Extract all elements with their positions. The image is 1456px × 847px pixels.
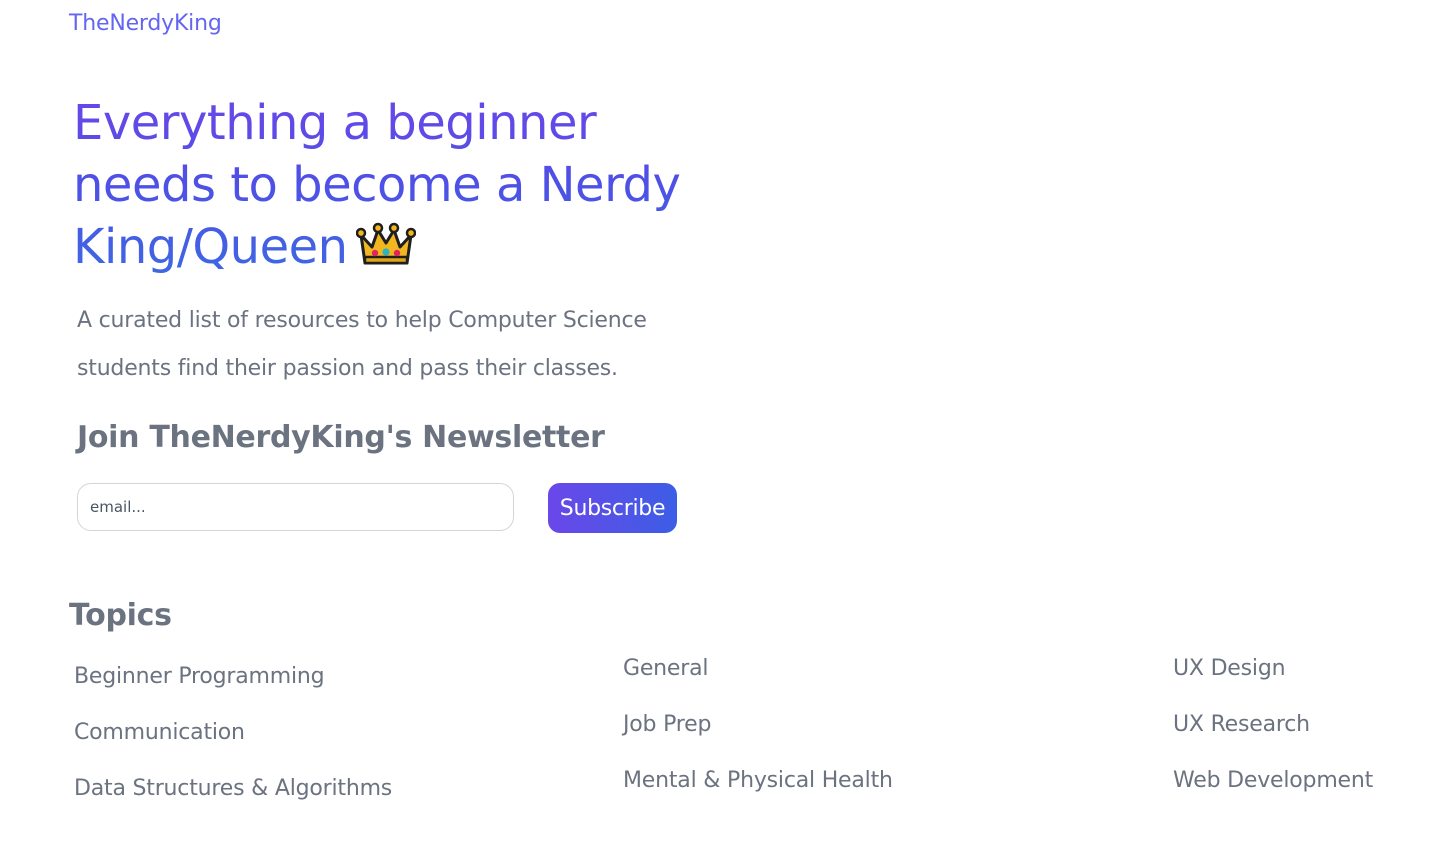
topic-link-general[interactable]: General	[623, 656, 709, 681]
hero-title: Everything a beginner needs to become a …	[73, 92, 713, 284]
topic-item: Communication	[74, 718, 392, 774]
topic-item: General	[623, 654, 893, 710]
topics-column-2: General Job Prep Mental & Physical Healt…	[623, 654, 893, 822]
topic-link-communication[interactable]: Communication	[74, 720, 245, 745]
topic-item: Data Structures & Algorithms	[74, 774, 392, 830]
page: TheNerdyKing Everything a beginner needs…	[0, 0, 1456, 847]
topic-link-beginner-programming[interactable]: Beginner Programming	[74, 664, 325, 689]
newsletter-email-input[interactable]	[77, 483, 514, 531]
topics-column-1: Beginner Programming Communication Data …	[74, 662, 392, 830]
topic-item: Mental & Physical Health	[623, 766, 893, 822]
crown-icon	[355, 221, 416, 284]
hero-subtitle: A curated list of resources to help Comp…	[77, 308, 647, 381]
topic-item: UX Research	[1173, 710, 1373, 766]
topic-item: Beginner Programming	[74, 662, 392, 718]
topic-link-ux-research[interactable]: UX Research	[1173, 712, 1310, 737]
topic-link-data-structures-algorithms[interactable]: Data Structures & Algorithms	[74, 776, 392, 801]
subscribe-button[interactable]: Subscribe	[548, 483, 677, 533]
newsletter-heading: Join TheNerdyKing's Newsletter	[77, 420, 605, 455]
brand-logo-link[interactable]: TheNerdyKing	[69, 11, 222, 36]
topics-column-3: UX Design UX Research Web Development	[1173, 654, 1373, 822]
topic-link-job-prep[interactable]: Job Prep	[623, 712, 711, 737]
topic-link-web-development[interactable]: Web Development	[1173, 768, 1373, 793]
topic-item: Job Prep	[623, 710, 893, 766]
topic-link-ux-design[interactable]: UX Design	[1173, 656, 1286, 681]
topic-link-mental-physical-health[interactable]: Mental & Physical Health	[623, 768, 893, 793]
topic-item: UX Design	[1173, 654, 1373, 710]
topics-heading: Topics	[69, 598, 172, 633]
topic-item: Web Development	[1173, 766, 1373, 822]
